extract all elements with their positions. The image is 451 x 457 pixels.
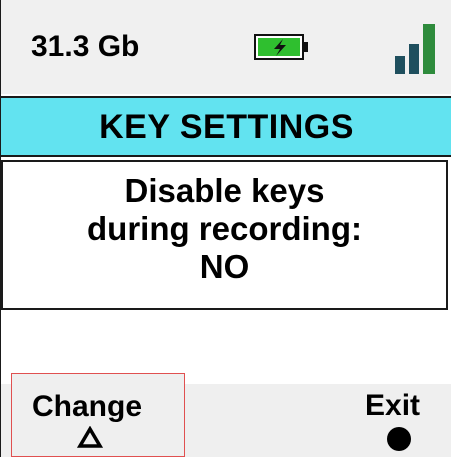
setting-panel: Disable keys during recording: NO [1, 160, 448, 310]
storage-indicator: 31.3 Gb [31, 30, 140, 63]
status-bar: 31.3 Gb [1, 0, 451, 94]
exit-softkey-label: Exit [365, 389, 421, 422]
title-bar: KEY SETTINGS [1, 96, 451, 157]
change-softkey-label: Change [32, 390, 143, 423]
battery-charging-icon [254, 34, 308, 60]
setting-label-line-2: during recording: [87, 210, 362, 247]
triangle-up-icon [77, 426, 103, 448]
setting-label-line-1: Disable keys [124, 172, 325, 209]
setting-value: NO [199, 248, 250, 285]
change-softkey-button[interactable]: Change [11, 373, 185, 457]
signal-strength-icon [395, 24, 435, 74]
exit-softkey-button[interactable]: Exit [351, 384, 451, 457]
page-title: KEY SETTINGS [99, 107, 354, 146]
filled-circle-icon [387, 427, 411, 451]
device-screen: 31.3 Gb KEY SETTINGS Disable keys during… [0, 0, 451, 457]
